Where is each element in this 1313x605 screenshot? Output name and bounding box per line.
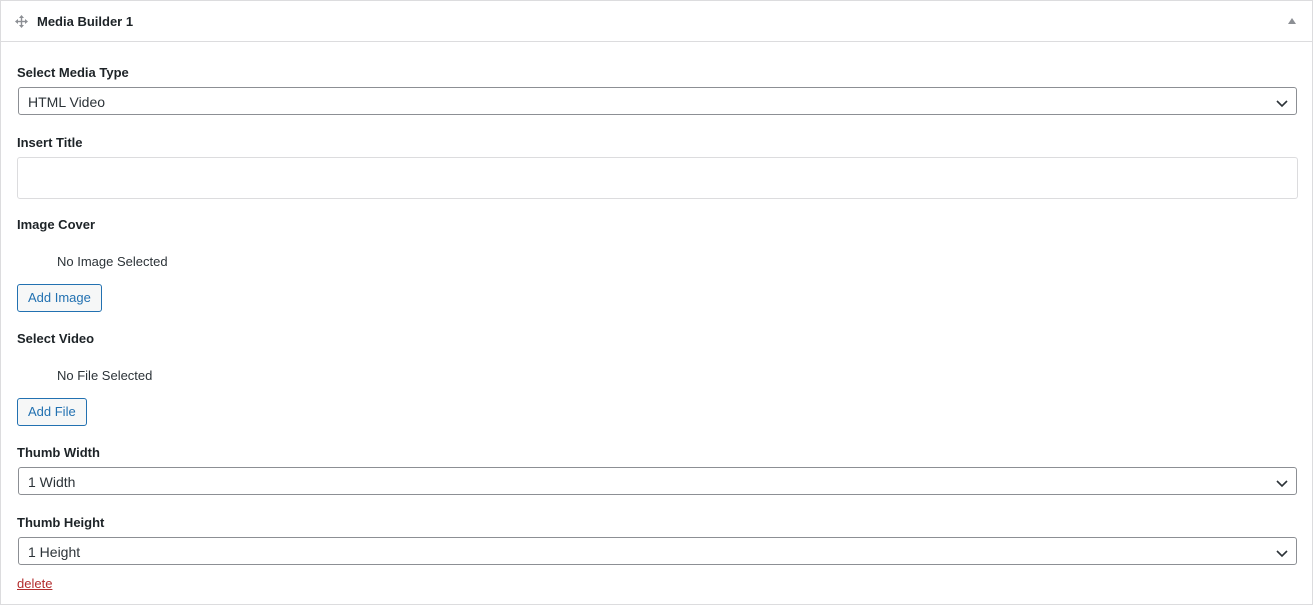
delete-link[interactable]: delete (17, 576, 52, 591)
thumb-height-select[interactable]: 1 Height (18, 537, 1297, 565)
panel-title: Media Builder 1 (37, 14, 134, 29)
add-image-button[interactable]: Add Image (17, 284, 102, 312)
panel-header[interactable]: Media Builder 1 (1, 1, 1312, 42)
insert-title-label: Insert Title (17, 135, 83, 150)
thumb-width-label: Thumb Width (17, 445, 100, 460)
media-builder-panel: Media Builder 1 Select Media Type HTML V… (0, 0, 1313, 605)
thumb-width-select[interactable]: 1 Width (18, 467, 1297, 495)
chevron-down-icon (1276, 476, 1288, 488)
image-cover-label: Image Cover (17, 217, 96, 232)
thumb-height-label: Thumb Height (17, 515, 105, 530)
media-type-value: HTML Video (28, 94, 106, 110)
media-type-select[interactable]: HTML Video (18, 87, 1297, 115)
caret-up-icon[interactable] (1288, 18, 1296, 24)
chevron-down-icon (1276, 546, 1288, 558)
media-type-label: Select Media Type (17, 65, 129, 80)
insert-title-input[interactable] (17, 157, 1298, 199)
chevron-down-icon (1276, 96, 1288, 108)
thumb-height-value: 1 Height (28, 544, 81, 560)
select-video-label: Select Video (17, 331, 95, 346)
add-file-button[interactable]: Add File (17, 398, 87, 426)
image-cover-status: No Image Selected (57, 254, 168, 269)
thumb-width-value: 1 Width (28, 474, 76, 490)
move-arrows-icon[interactable] (15, 15, 28, 28)
video-status: No File Selected (57, 368, 153, 383)
